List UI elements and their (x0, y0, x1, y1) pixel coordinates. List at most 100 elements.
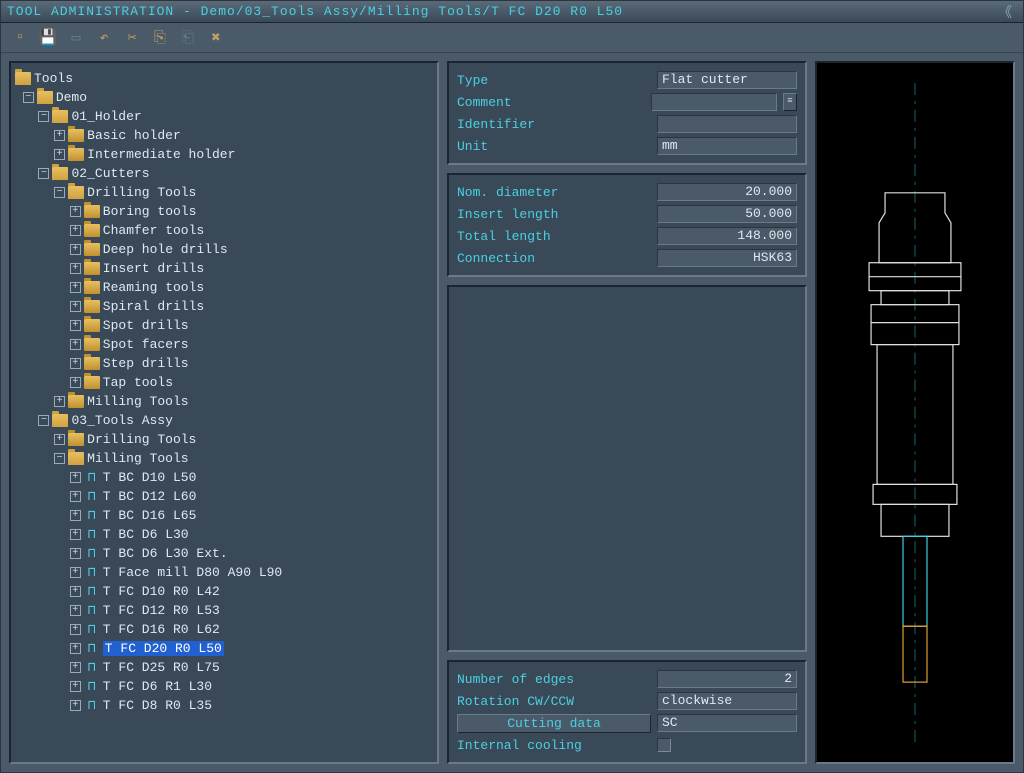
connection-field[interactable]: HSK63 (657, 249, 797, 267)
expander-icon[interactable]: + (70, 263, 81, 274)
tree-item[interactable]: −01_Holder (15, 107, 433, 126)
cutting-data-field[interactable]: SC (657, 714, 797, 732)
tree-item[interactable]: +Boring tools (15, 202, 433, 221)
copy-icon[interactable]: ⎘ (149, 27, 171, 49)
total-length-field[interactable]: 148.000 (657, 227, 797, 245)
tree-item[interactable]: −Demo (15, 88, 433, 107)
diameter-label: Nom. diameter (457, 185, 651, 200)
tree-item[interactable]: +⊓T FC D10 R0 L42 (15, 582, 433, 601)
folder-closed-icon (84, 357, 100, 370)
tree-item[interactable]: +⊓T FC D12 R0 L53 (15, 601, 433, 620)
tree-panel[interactable]: Tools −Demo −01_Holder +Basic holder +In… (9, 61, 439, 764)
expander-icon[interactable]: + (70, 548, 81, 559)
tree-item[interactable]: +Drilling Tools (15, 430, 433, 449)
expander-icon[interactable]: + (70, 643, 81, 654)
tree-item[interactable]: +⊓T Face mill D80 A90 L90 (15, 563, 433, 582)
undo-icon[interactable]: ↶ (93, 27, 115, 49)
tree-item[interactable]: +Step drills (15, 354, 433, 373)
identifier-field[interactable] (657, 115, 797, 133)
expander-icon[interactable]: + (54, 149, 65, 160)
expander-icon[interactable]: − (38, 415, 49, 426)
diameter-field[interactable]: 20.000 (657, 183, 797, 201)
toolbar: ▫ 💾 ▭ ↶ ✂ ⎘ ⎗ ✖ (1, 23, 1023, 53)
tree-item-selected[interactable]: +⊓T FC D20 R0 L50 (15, 639, 433, 658)
empty-panel (447, 285, 807, 652)
tree-item[interactable]: +⊓T FC D25 R0 L75 (15, 658, 433, 677)
tree-item[interactable]: +Spot drills (15, 316, 433, 335)
open-icon[interactable]: ▭ (65, 27, 87, 49)
tool-icon: ⊓ (84, 660, 100, 675)
delete-icon[interactable]: ✖ (205, 27, 227, 49)
collapse-icon[interactable]: 《 (994, 2, 1017, 22)
expander-icon[interactable]: + (70, 377, 81, 388)
expander-icon[interactable]: + (54, 434, 65, 445)
expander-icon[interactable]: + (70, 700, 81, 711)
tree-item[interactable]: +Insert drills (15, 259, 433, 278)
unit-field[interactable]: mm (657, 137, 797, 155)
tree-item[interactable]: +⊓T BC D6 L30 (15, 525, 433, 544)
expander-icon[interactable]: + (70, 624, 81, 635)
expander-icon[interactable]: − (38, 111, 49, 122)
tree-item[interactable]: −Drilling Tools (15, 183, 433, 202)
tree-item[interactable]: −02_Cutters (15, 164, 433, 183)
insert-length-field[interactable]: 50.000 (657, 205, 797, 223)
expander-icon[interactable]: + (70, 605, 81, 616)
expander-icon[interactable]: + (54, 130, 65, 141)
expander-icon[interactable]: − (23, 92, 34, 103)
expander-icon[interactable]: − (54, 187, 65, 198)
expander-icon[interactable]: + (70, 472, 81, 483)
expander-icon[interactable]: + (70, 358, 81, 369)
rotation-field[interactable]: clockwise (657, 692, 797, 710)
tree-item[interactable]: +⊓T BC D6 L30 Ext. (15, 544, 433, 563)
identifier-label: Identifier (457, 117, 651, 132)
comment-dropdown-icon[interactable]: ≡ (783, 93, 797, 111)
expander-icon[interactable]: + (70, 225, 81, 236)
cut-icon[interactable]: ✂ (121, 27, 143, 49)
properties-panel-cutting: Number of edges 2 Rotation CW/CCW clockw… (447, 660, 807, 764)
expander-icon[interactable]: + (70, 320, 81, 331)
tree-item[interactable]: +Spot facers (15, 335, 433, 354)
tree-item[interactable]: −Milling Tools (15, 449, 433, 468)
tree-root[interactable]: Tools (15, 69, 433, 88)
tree-item[interactable]: +Milling Tools (15, 392, 433, 411)
expander-icon[interactable]: + (70, 510, 81, 521)
tree-item[interactable]: +Tap tools (15, 373, 433, 392)
expander-icon[interactable]: − (38, 168, 49, 179)
expander-icon[interactable]: + (70, 567, 81, 578)
expander-icon[interactable]: + (70, 301, 81, 312)
tree-item[interactable]: +⊓T FC D16 R0 L62 (15, 620, 433, 639)
tree-item[interactable]: +⊓T BC D10 L50 (15, 468, 433, 487)
tree-item[interactable]: +Spiral drills (15, 297, 433, 316)
edges-field[interactable]: 2 (657, 670, 797, 688)
expander-icon[interactable]: + (70, 491, 81, 502)
tree-item[interactable]: −03_Tools Assy (15, 411, 433, 430)
tree-item[interactable]: +⊓T BC D12 L60 (15, 487, 433, 506)
folder-open-icon (15, 72, 31, 85)
expander-icon[interactable]: + (70, 681, 81, 692)
cutting-data-button[interactable]: Cutting data (457, 714, 651, 733)
expander-icon[interactable]: + (70, 529, 81, 540)
tree-item[interactable]: +Intermediate holder (15, 145, 433, 164)
expander-icon[interactable]: + (70, 244, 81, 255)
new-icon[interactable]: ▫ (9, 27, 31, 49)
tree-item[interactable]: +Deep hole drills (15, 240, 433, 259)
tree-item[interactable]: +⊓T FC D6 R1 L30 (15, 677, 433, 696)
expander-icon[interactable]: + (54, 396, 65, 407)
expander-icon[interactable]: + (70, 282, 81, 293)
tree-item[interactable]: +⊓T FC D8 R0 L35 (15, 696, 433, 715)
properties-panel-geometry: Nom. diameter 20.000 Insert length 50.00… (447, 173, 807, 277)
tree-item[interactable]: +Basic holder (15, 126, 433, 145)
tree-item[interactable]: +⊓T BC D16 L65 (15, 506, 433, 525)
expander-icon[interactable]: − (54, 453, 65, 464)
expander-icon[interactable]: + (70, 339, 81, 350)
type-field[interactable]: Flat cutter (657, 71, 797, 89)
paste-icon[interactable]: ⎗ (177, 27, 199, 49)
expander-icon[interactable]: + (70, 662, 81, 673)
tree-item[interactable]: +Chamfer tools (15, 221, 433, 240)
save-icon[interactable]: 💾 (37, 27, 59, 49)
tree-item[interactable]: +Reaming tools (15, 278, 433, 297)
expander-icon[interactable]: + (70, 206, 81, 217)
expander-icon[interactable]: + (70, 586, 81, 597)
comment-field[interactable] (651, 93, 777, 111)
cooling-checkbox[interactable] (657, 738, 671, 752)
